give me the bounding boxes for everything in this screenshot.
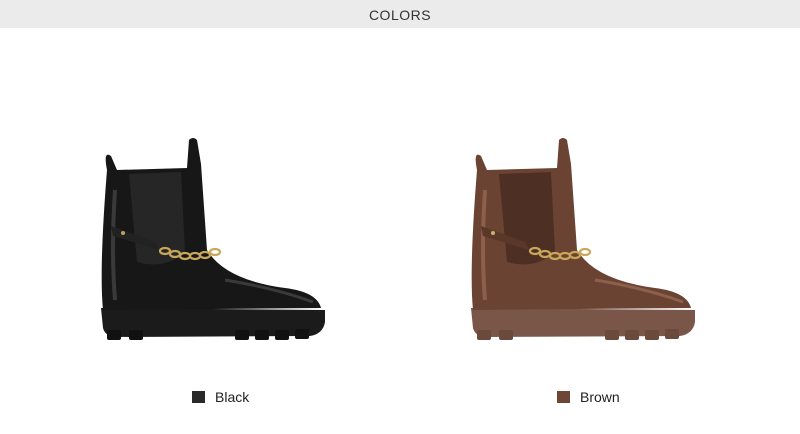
color-label-brown: Brown [580, 389, 620, 405]
color-option-brown[interactable]: Brown [557, 389, 620, 405]
black-swatch [192, 391, 205, 403]
color-option-black[interactable]: Black [192, 389, 249, 405]
boot-icon [471, 138, 695, 340]
brown-swatch [557, 391, 570, 403]
brown-boot-image [455, 130, 715, 355]
colors-section: COLORS Black Brown [0, 0, 800, 434]
boot-icon [101, 138, 325, 340]
color-label-black: Black [215, 389, 250, 405]
black-boot-image [85, 130, 345, 355]
section-header: COLORS [0, 0, 800, 28]
section-title: COLORS [368, 7, 432, 23]
